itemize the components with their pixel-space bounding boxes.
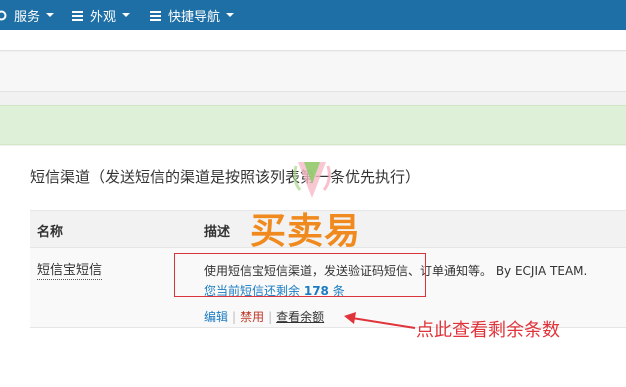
success-alert [0, 105, 626, 145]
menu-services-label: 服务 [14, 9, 41, 25]
arrow-icon [344, 312, 416, 329]
gear-icon [0, 10, 7, 21]
column-header-description: 描述 [204, 225, 231, 240]
annotation-text: 点此查看剩余条数 [416, 320, 560, 341]
highlight-box [174, 253, 426, 297]
check-balance-link[interactable]: 查看余额 [276, 310, 324, 324]
menu-appearance[interactable]: 外观 [72, 0, 131, 30]
watermark-logo: 买卖易 [250, 160, 380, 252]
chevron-down-icon [46, 13, 55, 17]
menu-appearance-label: 外观 [90, 9, 117, 25]
watermark-text: 买卖易 [250, 211, 362, 252]
toolbar-strip [0, 30, 626, 51]
action-divider: | [232, 310, 237, 324]
chevron-down-icon [122, 13, 131, 17]
row-actions: 编辑 | 禁用 | 查看余额 [204, 308, 324, 325]
chevron-down-icon [226, 13, 235, 17]
edit-link[interactable]: 编辑 [204, 310, 228, 324]
menu-services[interactable]: 服务 [0, 0, 55, 30]
list-icon [150, 10, 161, 21]
column-header-name: 名称 [37, 225, 64, 240]
top-navigation-bar: 服务 外观 快捷导航 [0, 0, 626, 30]
menu-quick-nav[interactable]: 快捷导航 [150, 0, 235, 30]
channel-name[interactable]: 短信宝短信 [37, 263, 103, 280]
menu-quick-nav-label: 快捷导航 [168, 9, 221, 25]
disable-link[interactable]: 禁用 [240, 310, 264, 324]
list-icon [72, 10, 83, 21]
action-divider: | [268, 310, 273, 324]
header-strip [0, 52, 626, 92]
